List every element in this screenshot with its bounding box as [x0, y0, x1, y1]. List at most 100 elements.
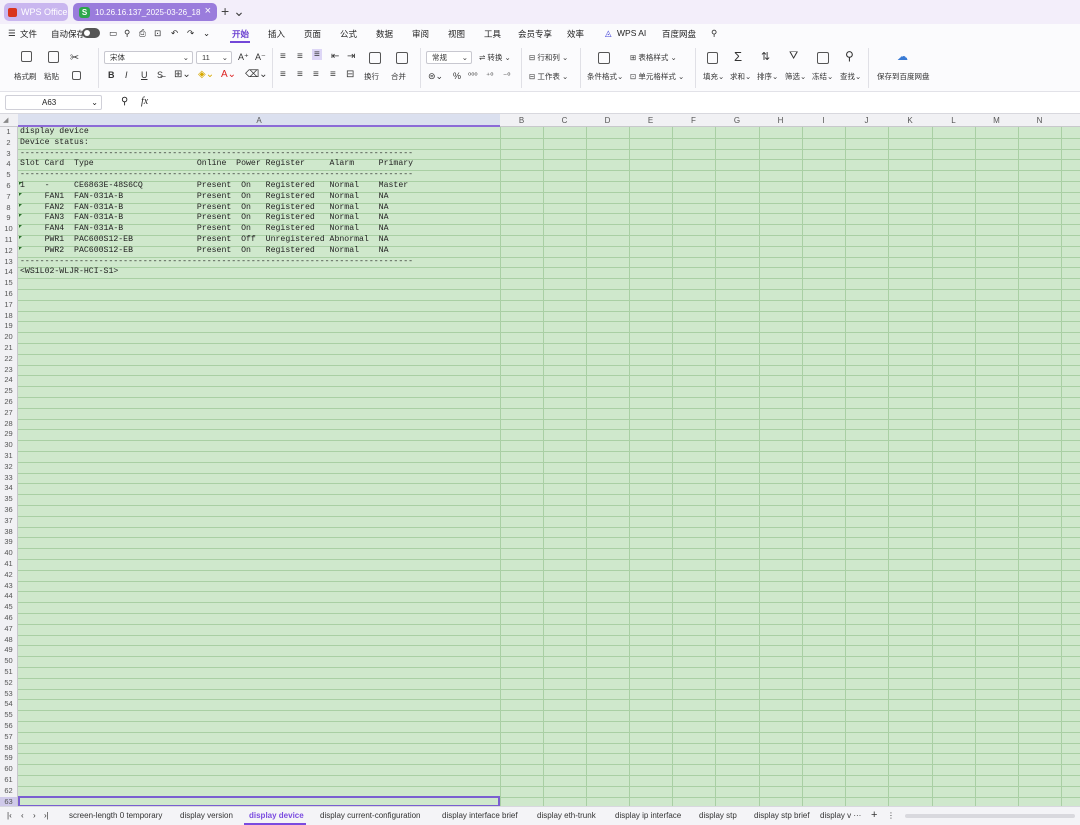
- cell-a7[interactable]: FAN1 FAN-031A-B Present On Registered No…: [20, 192, 389, 203]
- number-format-select[interactable]: 常规 ⌄: [426, 51, 472, 64]
- underline-button[interactable]: U: [141, 70, 148, 80]
- column-header-d[interactable]: D: [586, 116, 629, 125]
- next-sheet-icon[interactable]: ›: [33, 811, 36, 820]
- close-icon[interactable]: ×: [205, 5, 211, 17]
- save-icon[interactable]: ▭: [109, 28, 117, 39]
- row-header[interactable]: 50: [0, 656, 17, 667]
- row-header[interactable]: 26: [0, 397, 17, 408]
- row-header[interactable]: 59: [0, 753, 17, 764]
- row-header[interactable]: 33: [0, 473, 17, 484]
- merge-icon[interactable]: [396, 52, 408, 64]
- sheet-tab[interactable]: display v ···: [820, 811, 864, 820]
- print-icon[interactable]: ⎙: [139, 28, 146, 39]
- row-header[interactable]: 32: [0, 462, 17, 473]
- justify-icon[interactable]: ≡: [330, 69, 336, 80]
- decrease-font-icon[interactable]: A⁻: [255, 52, 266, 63]
- cell-a3[interactable]: ----------------------------------------…: [20, 149, 413, 160]
- row-header[interactable]: 7: [0, 192, 17, 203]
- row-header[interactable]: 62: [0, 786, 17, 797]
- column-header-g[interactable]: G: [715, 116, 759, 125]
- increase-decimal-icon[interactable]: ⁺⁰: [486, 71, 493, 80]
- sort-label[interactable]: 排序⌄: [757, 71, 778, 82]
- copy-icon[interactable]: [72, 71, 81, 80]
- fill-icon[interactable]: [707, 52, 718, 64]
- increase-font-icon[interactable]: A⁺: [238, 52, 249, 63]
- tab-review[interactable]: 审阅: [412, 28, 429, 40]
- clear-format-icon[interactable]: ⌫⌄: [245, 69, 268, 80]
- tab-page[interactable]: 页面: [304, 28, 321, 40]
- column-header-k[interactable]: K: [888, 116, 932, 125]
- row-header[interactable]: 10: [0, 224, 17, 235]
- cut-icon[interactable]: ✂: [70, 51, 79, 64]
- row-header[interactable]: 3: [0, 149, 17, 160]
- fill-label[interactable]: 填充⌄: [703, 71, 724, 82]
- row-header[interactable]: 16: [0, 289, 17, 300]
- tab-formula[interactable]: 公式: [340, 28, 357, 40]
- row-header[interactable]: 13: [0, 257, 17, 268]
- row-header[interactable]: 55: [0, 710, 17, 721]
- tab-insert[interactable]: 插入: [268, 28, 285, 40]
- column-header-m[interactable]: M: [975, 116, 1018, 125]
- fill-color-icon[interactable]: ◈⌄: [198, 69, 214, 80]
- border-icon[interactable]: ⊞⌄: [174, 69, 191, 80]
- file-tab[interactable]: S 10.26.16.137_2025-03-26_18 ×: [73, 3, 217, 21]
- spreadsheet-grid[interactable]: ◢ A B C D E F G H I J K L M N 1234567891…: [0, 114, 1080, 806]
- row-header[interactable]: 19: [0, 321, 17, 332]
- row-header[interactable]: 36: [0, 505, 17, 516]
- app-tab[interactable]: WPS Office: [4, 3, 68, 21]
- zoom-icon[interactable]: ⚲: [121, 96, 128, 107]
- row-header[interactable]: 46: [0, 613, 17, 624]
- more-chevron-icon[interactable]: ⌄: [203, 28, 210, 39]
- tab-view[interactable]: 视图: [448, 28, 465, 40]
- column-header-i[interactable]: I: [802, 116, 845, 125]
- sheet-tab-active[interactable]: display device: [249, 811, 304, 820]
- bold-button[interactable]: B: [108, 70, 115, 80]
- row-header[interactable]: 5: [0, 170, 17, 181]
- align-center-icon[interactable]: ≡: [297, 69, 303, 80]
- row-header[interactable]: 40: [0, 548, 17, 559]
- cell-a8[interactable]: FAN2 FAN-031A-B Present On Registered No…: [20, 203, 389, 214]
- row-header[interactable]: 45: [0, 602, 17, 613]
- row-header[interactable]: 29: [0, 429, 17, 440]
- column-header-a[interactable]: A: [18, 116, 500, 125]
- freeze-label[interactable]: 冻结⌄: [812, 71, 833, 82]
- sheet-tab[interactable]: display ip interface: [615, 811, 681, 820]
- column-header-n[interactable]: N: [1018, 116, 1061, 125]
- tab-data[interactable]: 数据: [376, 28, 393, 40]
- thousands-icon[interactable]: ⁰⁰⁰: [468, 71, 478, 80]
- row-header[interactable]: 18: [0, 311, 17, 322]
- prev-sheet-icon[interactable]: ‹: [21, 811, 24, 820]
- row-header[interactable]: 14: [0, 267, 17, 278]
- format-painter-label[interactable]: 格式刷: [14, 71, 37, 82]
- search-doc-icon[interactable]: ⚲: [124, 28, 130, 39]
- row-header[interactable]: 49: [0, 645, 17, 656]
- sheet-tab[interactable]: display version: [180, 811, 233, 820]
- row-header[interactable]: 57: [0, 732, 17, 743]
- plus-icon[interactable]: + ⌄: [221, 3, 245, 20]
- cell-a13[interactable]: ----------------------------------------…: [20, 257, 413, 268]
- first-sheet-icon[interactable]: |‹: [7, 811, 12, 820]
- filter-label[interactable]: 筛选⌄: [785, 71, 806, 82]
- row-header[interactable]: 41: [0, 559, 17, 570]
- cell-a4[interactable]: Slot Card Type Online Power Register Ala…: [20, 159, 413, 170]
- column-header-e[interactable]: E: [629, 116, 672, 125]
- sheet-tab[interactable]: display eth-trunk: [537, 811, 596, 820]
- last-sheet-icon[interactable]: ›|: [44, 811, 49, 820]
- horizontal-scrollbar[interactable]: [905, 814, 1075, 818]
- align-right-icon[interactable]: ≡: [313, 69, 319, 80]
- tab-member[interactable]: 会员专享: [518, 28, 552, 40]
- row-header[interactable]: 25: [0, 386, 17, 397]
- tab-efficiency[interactable]: 效率: [567, 28, 584, 40]
- sort-icon[interactable]: ⇅: [761, 50, 770, 63]
- column-header-j[interactable]: J: [845, 116, 888, 125]
- menu-icon[interactable]: ☰: [8, 28, 16, 39]
- row-header[interactable]: 27: [0, 408, 17, 419]
- row-header[interactable]: 17: [0, 300, 17, 311]
- sheet-tab[interactable]: screen-length 0 temporary: [69, 811, 162, 820]
- row-header[interactable]: 53: [0, 689, 17, 700]
- cell-a6[interactable]: 1 - CE6863E-48S6CQ Present On Registered…: [20, 181, 408, 192]
- italic-button[interactable]: I: [125, 70, 128, 80]
- align-middle-icon[interactable]: ≡: [297, 51, 303, 62]
- cell-a12[interactable]: PWR2 PAC600S12-EB Present On Registered …: [20, 246, 389, 257]
- select-all-corner[interactable]: ◢: [3, 116, 8, 124]
